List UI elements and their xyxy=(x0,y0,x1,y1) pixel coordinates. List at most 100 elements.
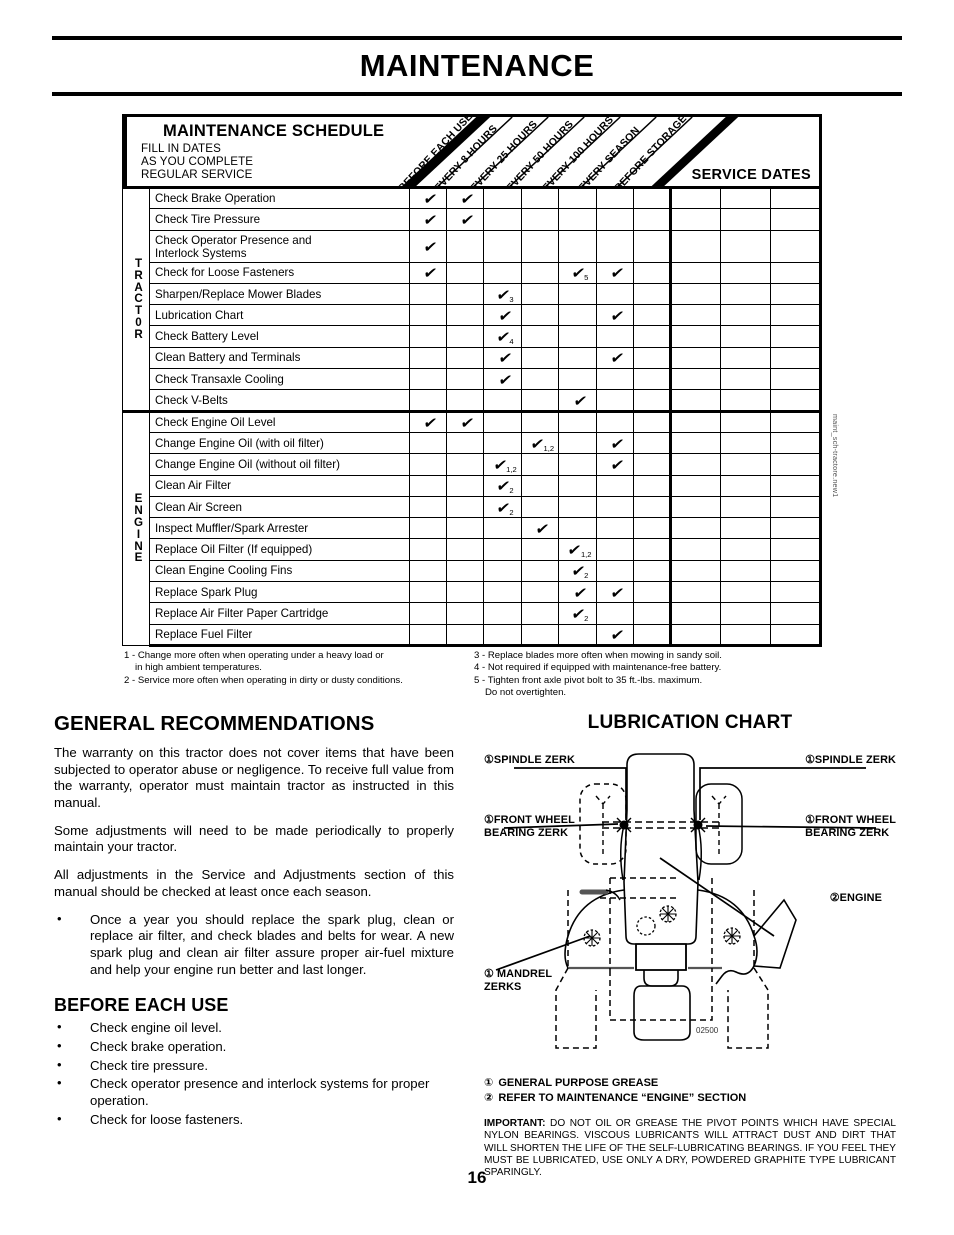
service-date-cell[interactable] xyxy=(720,229,772,263)
service-date-cell[interactable] xyxy=(770,453,822,476)
service-date-cell[interactable] xyxy=(670,229,722,263)
service-date-cell[interactable] xyxy=(770,208,822,231)
service-date-cell[interactable] xyxy=(670,185,722,210)
interval-cell: ✔ xyxy=(408,185,448,210)
interval-cell xyxy=(483,261,522,284)
service-date-cell[interactable] xyxy=(770,261,822,284)
service-date-cell[interactable] xyxy=(770,368,822,391)
table-row: Inspect Muffler/Spark Arrester ✔ xyxy=(123,517,822,540)
service-date-cell[interactable] xyxy=(670,389,722,413)
interval-cell xyxy=(633,304,673,327)
service-date-cell[interactable] xyxy=(720,474,772,497)
list-item: • Check brake operation. xyxy=(54,1038,454,1056)
service-date-cell[interactable] xyxy=(720,623,772,647)
service-date-cell[interactable] xyxy=(770,229,822,263)
service-date-cell[interactable] xyxy=(720,495,772,519)
service-date-cell[interactable] xyxy=(670,261,722,284)
service-date-cell[interactable] xyxy=(770,602,822,625)
footnote-left-2: 2 - Service more often when operating in… xyxy=(124,674,403,686)
service-date-cell[interactable] xyxy=(770,623,822,647)
service-date-cell[interactable] xyxy=(720,208,772,231)
interval-cell: ✔ xyxy=(483,346,522,370)
interval-cell: ✔ xyxy=(595,581,635,604)
service-date-cell[interactable] xyxy=(770,495,822,519)
checkmark-icon: ✔ xyxy=(422,264,439,283)
table-row: Clean Air Screen ✔2 xyxy=(123,495,822,519)
interval-cell xyxy=(446,431,485,455)
service-date-cell[interactable] xyxy=(670,602,722,625)
interval-cell xyxy=(520,185,560,210)
service-date-cell[interactable] xyxy=(670,517,722,540)
service-date-cell[interactable] xyxy=(720,325,772,348)
task-label: Check Brake Operation xyxy=(149,185,410,210)
service-date-cell[interactable] xyxy=(770,431,822,455)
service-date-cell[interactable] xyxy=(670,368,722,391)
list-item-text: Check for loose fasteners. xyxy=(90,1111,244,1127)
service-date-cell[interactable] xyxy=(770,517,822,540)
interval-cell xyxy=(633,431,673,455)
service-date-cell[interactable] xyxy=(670,325,722,348)
service-date-cell[interactable] xyxy=(670,208,722,231)
service-date-cell[interactable] xyxy=(720,538,772,561)
service-date-cell[interactable] xyxy=(720,517,772,540)
service-date-cell[interactable] xyxy=(670,453,722,476)
interval-cell xyxy=(483,538,522,561)
table-row: Replace Air Filter Paper Cartridge ✔2 xyxy=(123,602,822,625)
bullet-icon: • xyxy=(57,1110,62,1126)
table-row: Check Tire Pressure ✔ ✔ xyxy=(123,208,822,231)
service-date-cell[interactable] xyxy=(670,581,722,604)
table-row: Check for Loose Fasteners ✔ ✔5 ✔ xyxy=(123,261,822,284)
service-date-cell[interactable] xyxy=(670,409,722,433)
service-date-cell[interactable] xyxy=(670,559,722,583)
service-date-cell[interactable] xyxy=(720,282,772,306)
service-date-cell[interactable] xyxy=(770,282,822,306)
table-row: T R A C T 0 R Check Brake Operation ✔ ✔ xyxy=(122,185,822,412)
service-date-cell[interactable] xyxy=(720,602,772,625)
service-date-cell[interactable] xyxy=(720,368,772,391)
service-date-cell[interactable] xyxy=(720,453,772,476)
interval-cell xyxy=(446,368,485,391)
service-date-cell[interactable] xyxy=(720,431,772,455)
legend-item-text: REFER TO MAINTENANCE “ENGINE” SECTION xyxy=(498,1091,747,1104)
interval-cell xyxy=(633,346,673,370)
service-date-cell[interactable] xyxy=(770,409,822,433)
service-date-cell[interactable] xyxy=(770,538,822,561)
tractor-top-view-drawing xyxy=(495,753,877,1049)
service-date-cell[interactable] xyxy=(670,538,722,561)
service-date-cell[interactable] xyxy=(670,623,722,647)
service-date-cell[interactable] xyxy=(770,346,822,370)
service-date-cell[interactable] xyxy=(670,495,722,519)
service-date-cell[interactable] xyxy=(770,474,822,497)
service-date-cell[interactable] xyxy=(670,282,722,306)
checkmark-icon: ✔ xyxy=(609,349,626,368)
service-date-cell[interactable] xyxy=(720,346,772,370)
interval-cell xyxy=(595,282,635,306)
service-date-cell[interactable] xyxy=(770,389,822,413)
service-date-cell[interactable] xyxy=(720,409,772,433)
interval-cell xyxy=(520,602,560,625)
service-date-cell[interactable] xyxy=(670,474,722,497)
service-date-cell[interactable] xyxy=(720,559,772,583)
service-date-cell[interactable] xyxy=(670,304,722,327)
service-date-cell[interactable] xyxy=(670,431,722,455)
service-date-cell[interactable] xyxy=(720,581,772,604)
service-date-cell[interactable] xyxy=(720,304,772,327)
service-date-cell[interactable] xyxy=(770,559,822,583)
interval-cell xyxy=(633,453,673,476)
diagram-part-number: 02500 xyxy=(696,1026,719,1035)
interval-cell xyxy=(408,517,448,540)
interval-cell xyxy=(633,602,673,625)
task-label: Clean Air Screen xyxy=(149,495,410,519)
service-date-cell[interactable] xyxy=(720,261,772,284)
interval-cell: ✔2 xyxy=(483,474,522,497)
service-date-cell[interactable] xyxy=(670,346,722,370)
service-date-cell[interactable] xyxy=(720,185,772,210)
service-date-cell[interactable] xyxy=(770,581,822,604)
interval-cell xyxy=(446,261,485,284)
interval-cell xyxy=(558,325,597,348)
service-date-cell[interactable] xyxy=(720,389,772,413)
service-date-cell[interactable] xyxy=(770,325,822,348)
interval-cell xyxy=(446,346,485,370)
service-date-cell[interactable] xyxy=(770,304,822,327)
service-date-cell[interactable] xyxy=(770,185,822,210)
